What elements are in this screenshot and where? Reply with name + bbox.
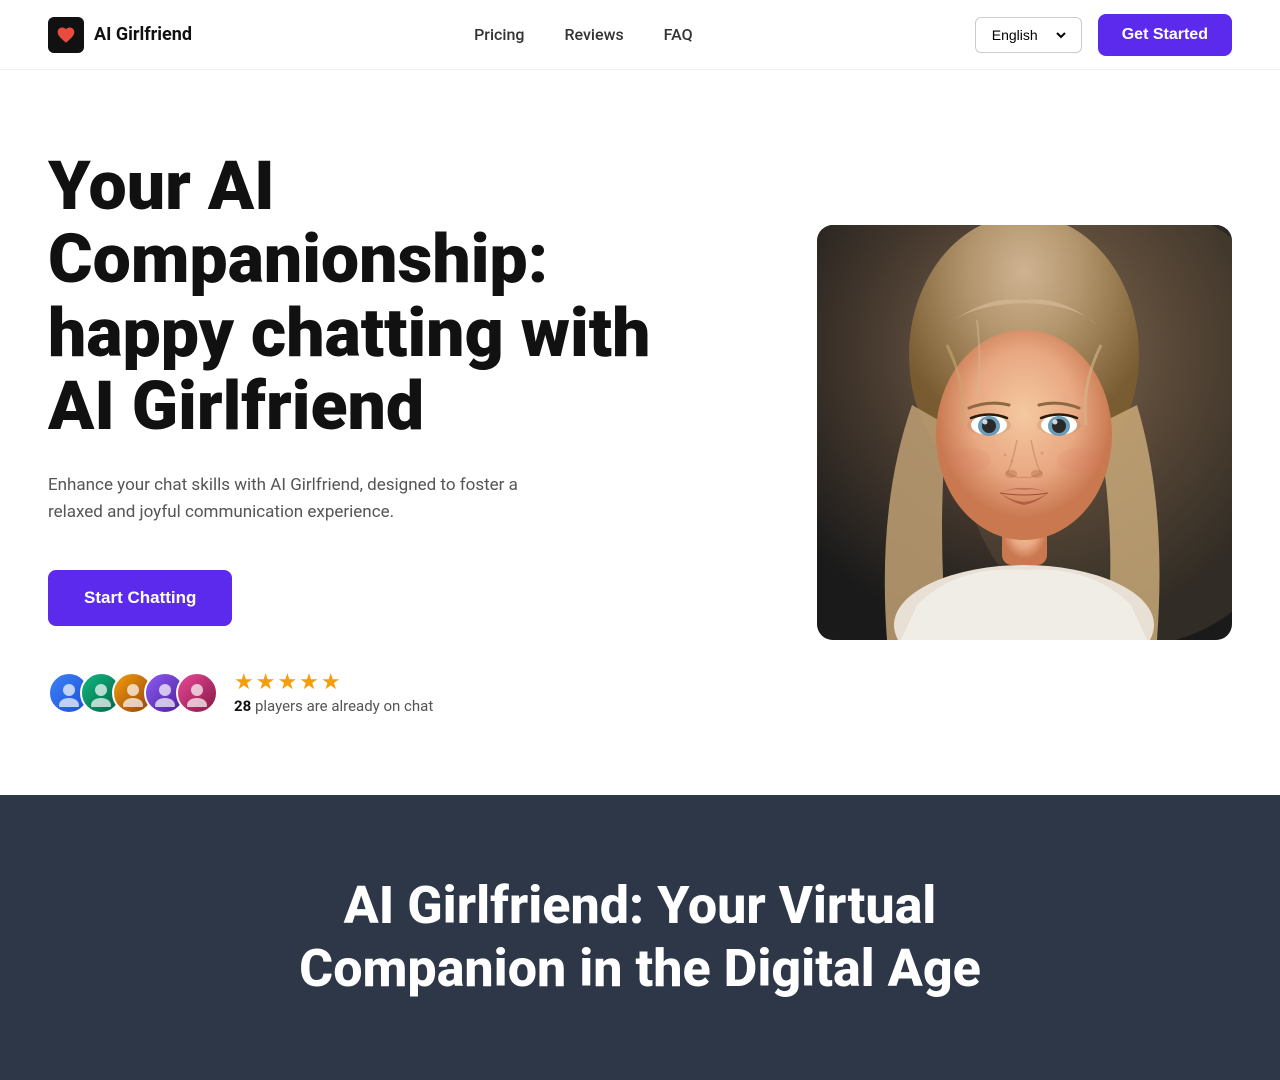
- hero-subtitle: Enhance your chat skills with AI Girlfri…: [48, 472, 548, 526]
- bottom-title: AI Girlfriend: Your Virtual Companion in…: [290, 875, 990, 1000]
- avatar: [176, 672, 218, 714]
- logo-icon: [48, 17, 84, 53]
- hero-left: Your AI Companionship: happy chatting wi…: [48, 150, 708, 715]
- nav-links: Pricing Reviews FAQ: [474, 25, 693, 44]
- social-proof: ★★★★★ 28 players are already on chat: [48, 670, 708, 715]
- bottom-section: AI Girlfriend: Your Virtual Companion in…: [0, 795, 1280, 1080]
- logo-text: AI Girlfriend: [94, 24, 192, 45]
- heart-icon: [56, 25, 76, 45]
- nav-link-reviews[interactable]: Reviews: [564, 25, 623, 44]
- avatar-group: [48, 672, 218, 714]
- navbar: AI Girlfriend Pricing Reviews FAQ Englis…: [0, 0, 1280, 70]
- nav-right: English Spanish French German Japanese G…: [975, 14, 1232, 56]
- player-count-text: 28 players are already on chat: [234, 697, 433, 715]
- get-started-button[interactable]: Get Started: [1098, 14, 1232, 56]
- portrait-svg: [817, 225, 1232, 640]
- hero-portrait: [817, 225, 1232, 640]
- nav-link-faq[interactable]: FAQ: [664, 25, 693, 44]
- hero-section: Your AI Companionship: happy chatting wi…: [0, 70, 1280, 795]
- language-dropdown[interactable]: English Spanish French German Japanese: [988, 26, 1069, 44]
- start-chatting-button[interactable]: Start Chatting: [48, 570, 232, 626]
- player-count-label: players are already on chat: [255, 697, 433, 715]
- logo[interactable]: AI Girlfriend: [48, 17, 192, 53]
- star-rating: ★★★★★: [234, 670, 433, 695]
- player-count: 28: [234, 697, 251, 715]
- hero-right: [812, 225, 1232, 640]
- language-selector[interactable]: English Spanish French German Japanese: [975, 17, 1082, 53]
- hero-title: Your AI Companionship: happy chatting wi…: [48, 150, 708, 444]
- nav-link-pricing[interactable]: Pricing: [474, 25, 524, 44]
- proof-text: ★★★★★ 28 players are already on chat: [234, 670, 433, 715]
